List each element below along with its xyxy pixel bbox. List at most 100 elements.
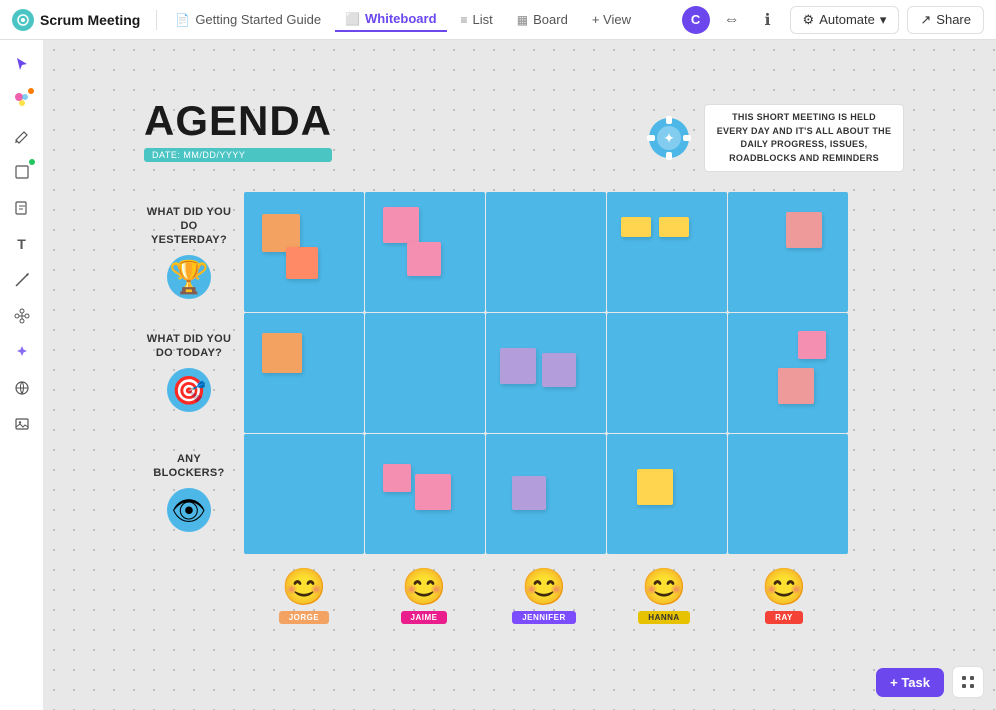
sticky-note[interactable]: [415, 474, 451, 510]
cell-1-1[interactable]: [244, 192, 364, 312]
cell-1-5[interactable]: [728, 192, 848, 312]
left-sidebar: T: [0, 40, 44, 710]
sticky-note[interactable]: [383, 464, 411, 492]
sticky-note[interactable]: [542, 353, 576, 387]
nav-right: C ⇔ ℹ ⚙ Automate ▾ ↗ Share: [682, 6, 984, 34]
bottom-right-toolbar: + Task: [876, 666, 984, 698]
agenda-title: AGENDA: [144, 100, 332, 142]
sticky-note[interactable]: [786, 212, 822, 248]
nav-divider: [156, 10, 157, 30]
main-layout: T: [0, 40, 996, 710]
doc-icon: 📄: [175, 13, 190, 27]
cell-1-4[interactable]: [607, 192, 727, 312]
list-icon: ≡: [461, 13, 468, 27]
gear-sticker-icon: ✦: [644, 113, 694, 163]
sticky-note[interactable]: [621, 217, 651, 237]
description-text: THIS SHORT MEETING IS HELD EVERY DAY AND…: [704, 104, 904, 172]
share-button[interactable]: ↗ Share: [907, 6, 984, 34]
board-icon: ▦: [517, 13, 528, 27]
sticky-note[interactable]: [637, 469, 673, 505]
person-hanna: 😊 HANNA: [604, 569, 724, 624]
blockers-label: ANY BLOCKERS?: [144, 452, 234, 481]
svg-text:✦: ✦: [663, 130, 675, 146]
hanna-name: HANNA: [638, 611, 689, 624]
grid-wrapper: WHAT DID YOUDO YESTERDAY? 🏆 WHAT DID YOU…: [144, 192, 904, 555]
agenda-title-block: AGENDA DATE: MM/DD/YYYY: [144, 100, 332, 162]
cell-1-2[interactable]: [365, 192, 485, 312]
cell-2-5[interactable]: [728, 313, 848, 433]
jaime-name: JAIME: [401, 611, 448, 624]
grid-row-3: [244, 434, 904, 554]
cell-3-3[interactable]: [486, 434, 606, 554]
sidebar-note-tool[interactable]: [6, 192, 38, 224]
whiteboard-icon: ⬜: [345, 12, 360, 26]
sticky-note[interactable]: [659, 217, 689, 237]
person-jennifer: 😊 JENNIFER: [484, 569, 604, 624]
today-label: WHAT DID YOUDO TODAY?: [147, 332, 231, 361]
grid-row-1: [244, 192, 904, 312]
top-navigation: Scrum Meeting 📄 Getting Started Guide ⬜ …: [0, 0, 996, 40]
add-task-button[interactable]: + Task: [876, 668, 944, 697]
jennifer-name: JENNIFER: [512, 611, 576, 624]
tab-whiteboard[interactable]: ⬜ Whiteboard: [335, 7, 446, 32]
automate-button[interactable]: ⚙ Automate ▾: [790, 6, 900, 34]
cell-2-2[interactable]: [365, 313, 485, 433]
yesterday-label: WHAT DID YOUDO YESTERDAY?: [144, 205, 234, 248]
cell-3-2[interactable]: [365, 434, 485, 554]
sticky-note[interactable]: [512, 476, 546, 510]
date-chip: DATE: MM/DD/YYYY: [144, 148, 332, 162]
cell-2-4[interactable]: [607, 313, 727, 433]
sticky-note[interactable]: [383, 207, 419, 243]
sidebar-cursor-tool[interactable]: [6, 48, 38, 80]
person-ray: 😊 RAY: [724, 569, 844, 624]
sidebar-brush-tool[interactable]: [6, 84, 38, 116]
sidebar-line-tool[interactable]: [6, 264, 38, 296]
sidebar-pencil-tool[interactable]: [6, 120, 38, 152]
grid-dots-icon: [960, 674, 976, 690]
row-label-yesterday: WHAT DID YOUDO YESTERDAY? 🏆: [144, 192, 234, 312]
jennifer-face: 😊: [522, 569, 567, 605]
eye-icon: 👁: [167, 488, 211, 532]
tab-add-view[interactable]: + View: [582, 8, 641, 31]
sidebar-globe-tool[interactable]: [6, 372, 38, 404]
whiteboard-grid: [244, 192, 904, 555]
sidebar-nodes-tool[interactable]: [6, 300, 38, 332]
sticky-note[interactable]: [500, 348, 536, 384]
ray-face: 😊: [762, 569, 807, 605]
cell-3-1[interactable]: [244, 434, 364, 554]
tab-board[interactable]: ▦ Board: [507, 8, 578, 31]
sticky-note[interactable]: [778, 368, 814, 404]
app-title: Scrum Meeting: [40, 12, 140, 28]
person-jorge: 😊 JORGE: [244, 569, 364, 624]
avatar[interactable]: C: [682, 6, 710, 34]
whiteboard-content: AGENDA DATE: MM/DD/YYYY: [144, 100, 904, 624]
sidebar-text-tool[interactable]: T: [6, 228, 38, 260]
person-jaime: 😊 JAIME: [364, 569, 484, 624]
jorge-name: JORGE: [279, 611, 330, 624]
sticky-note[interactable]: [286, 247, 318, 279]
app-logo[interactable]: Scrum Meeting: [12, 9, 140, 31]
sidebar-ai-tool[interactable]: [6, 336, 38, 368]
cell-1-3[interactable]: [486, 192, 606, 312]
jaime-face: 😊: [402, 569, 447, 605]
sticky-note[interactable]: [407, 242, 441, 276]
description-box: ✦ THIS SHORT MEETING IS HELD EVERY DAY A…: [644, 104, 904, 172]
sticky-note[interactable]: [798, 331, 826, 359]
row-label-blockers: ANY BLOCKERS? 👁: [144, 432, 234, 552]
row-labels: WHAT DID YOUDO YESTERDAY? 🏆 WHAT DID YOU…: [144, 192, 234, 555]
sidebar-image-tool[interactable]: [6, 408, 38, 440]
grid-view-button[interactable]: [952, 666, 984, 698]
cell-3-4[interactable]: [607, 434, 727, 554]
cell-2-1[interactable]: [244, 313, 364, 433]
cell-3-5[interactable]: [728, 434, 848, 554]
logo-icon: [12, 9, 34, 31]
hanna-face: 😊: [642, 569, 687, 605]
tab-list[interactable]: ≡ List: [451, 8, 503, 31]
whiteboard-canvas[interactable]: AGENDA DATE: MM/DD/YYYY: [44, 40, 996, 710]
tab-getting-started[interactable]: 📄 Getting Started Guide: [165, 8, 331, 31]
cell-2-3[interactable]: [486, 313, 606, 433]
sidebar-shape-tool[interactable]: [6, 156, 38, 188]
collapse-icon[interactable]: ⇔: [718, 6, 746, 34]
sticky-note[interactable]: [262, 333, 302, 373]
info-icon[interactable]: ℹ: [754, 6, 782, 34]
